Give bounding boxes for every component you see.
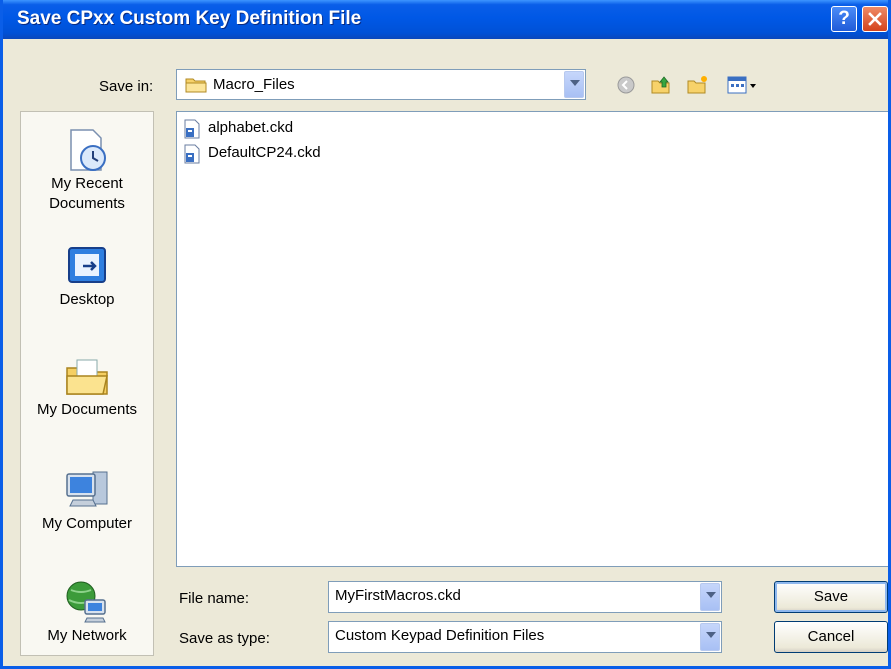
desktop-icon xyxy=(68,247,106,283)
place-label: My Documents xyxy=(36,401,138,418)
help-icon: ? xyxy=(838,8,850,29)
file-name-text: alphabet.ckd xyxy=(208,119,294,136)
title-bar[interactable]: Save CPxx Custom Key Definition File ? xyxy=(3,0,888,39)
place-my-recent-documents[interactable]: My Recent Documents xyxy=(21,126,153,214)
close-icon xyxy=(868,12,882,26)
save-in-dropdown-arrow[interactable] xyxy=(564,71,584,98)
place-label: My Computer xyxy=(41,515,133,532)
my-network-icon xyxy=(66,581,106,623)
file-list[interactable]: alphabet.ckd DefaultCP24.ckd xyxy=(176,111,888,567)
place-desktop[interactable]: Desktop xyxy=(21,242,153,310)
my-documents-icon xyxy=(66,359,108,395)
save-as-type-select[interactable]: Custom Keypad Definition Files xyxy=(328,621,722,653)
place-label: My Network xyxy=(47,627,127,644)
save-in-combo[interactable]: Macro_Files xyxy=(176,69,586,100)
close-button[interactable] xyxy=(862,6,888,32)
places-bar: My Recent Documents Desktop My Documents xyxy=(20,111,154,656)
recent-documents-icon xyxy=(70,129,106,171)
file-name-text: DefaultCP24.ckd xyxy=(208,144,321,161)
save-as-type-label: Save as type: xyxy=(179,630,270,647)
ckd-file-icon xyxy=(184,144,200,164)
new-folder-icon[interactable] xyxy=(687,75,709,95)
place-label: Documents xyxy=(49,195,125,212)
place-label: My Recent xyxy=(51,175,123,192)
save-button[interactable]: Save xyxy=(774,581,888,613)
my-computer-icon xyxy=(66,471,108,507)
save-as-type-value: Custom Keypad Definition Files xyxy=(335,627,545,644)
back-icon[interactable] xyxy=(616,75,636,95)
views-menu-icon[interactable] xyxy=(727,75,759,95)
place-my-network[interactable]: My Network xyxy=(21,578,153,646)
cancel-button[interactable]: Cancel xyxy=(774,621,888,653)
save-in-label: Save in: xyxy=(99,78,154,95)
file-name-label: File name: xyxy=(179,590,250,607)
save-in-value: Macro_Files xyxy=(213,76,295,93)
file-name-input[interactable]: MyFirstMacros.ckd xyxy=(328,581,722,613)
place-my-documents[interactable]: My Documents xyxy=(21,352,153,420)
save-dialog: Save CPxx Custom Key Definition File ? S… xyxy=(0,0,891,669)
folder-icon xyxy=(185,78,207,93)
place-my-computer[interactable]: My Computer xyxy=(21,466,153,534)
file-name-dropdown-arrow[interactable] xyxy=(700,583,720,611)
help-button[interactable]: ? xyxy=(831,6,857,32)
save-as-type-dropdown-arrow[interactable] xyxy=(700,623,720,651)
up-folder-icon[interactable] xyxy=(651,75,673,95)
ckd-file-icon xyxy=(184,119,200,139)
dialog-title: Save CPxx Custom Key Definition File xyxy=(17,8,362,29)
file-name-value: MyFirstMacros.ckd xyxy=(335,587,461,604)
place-label: Desktop xyxy=(59,291,115,308)
